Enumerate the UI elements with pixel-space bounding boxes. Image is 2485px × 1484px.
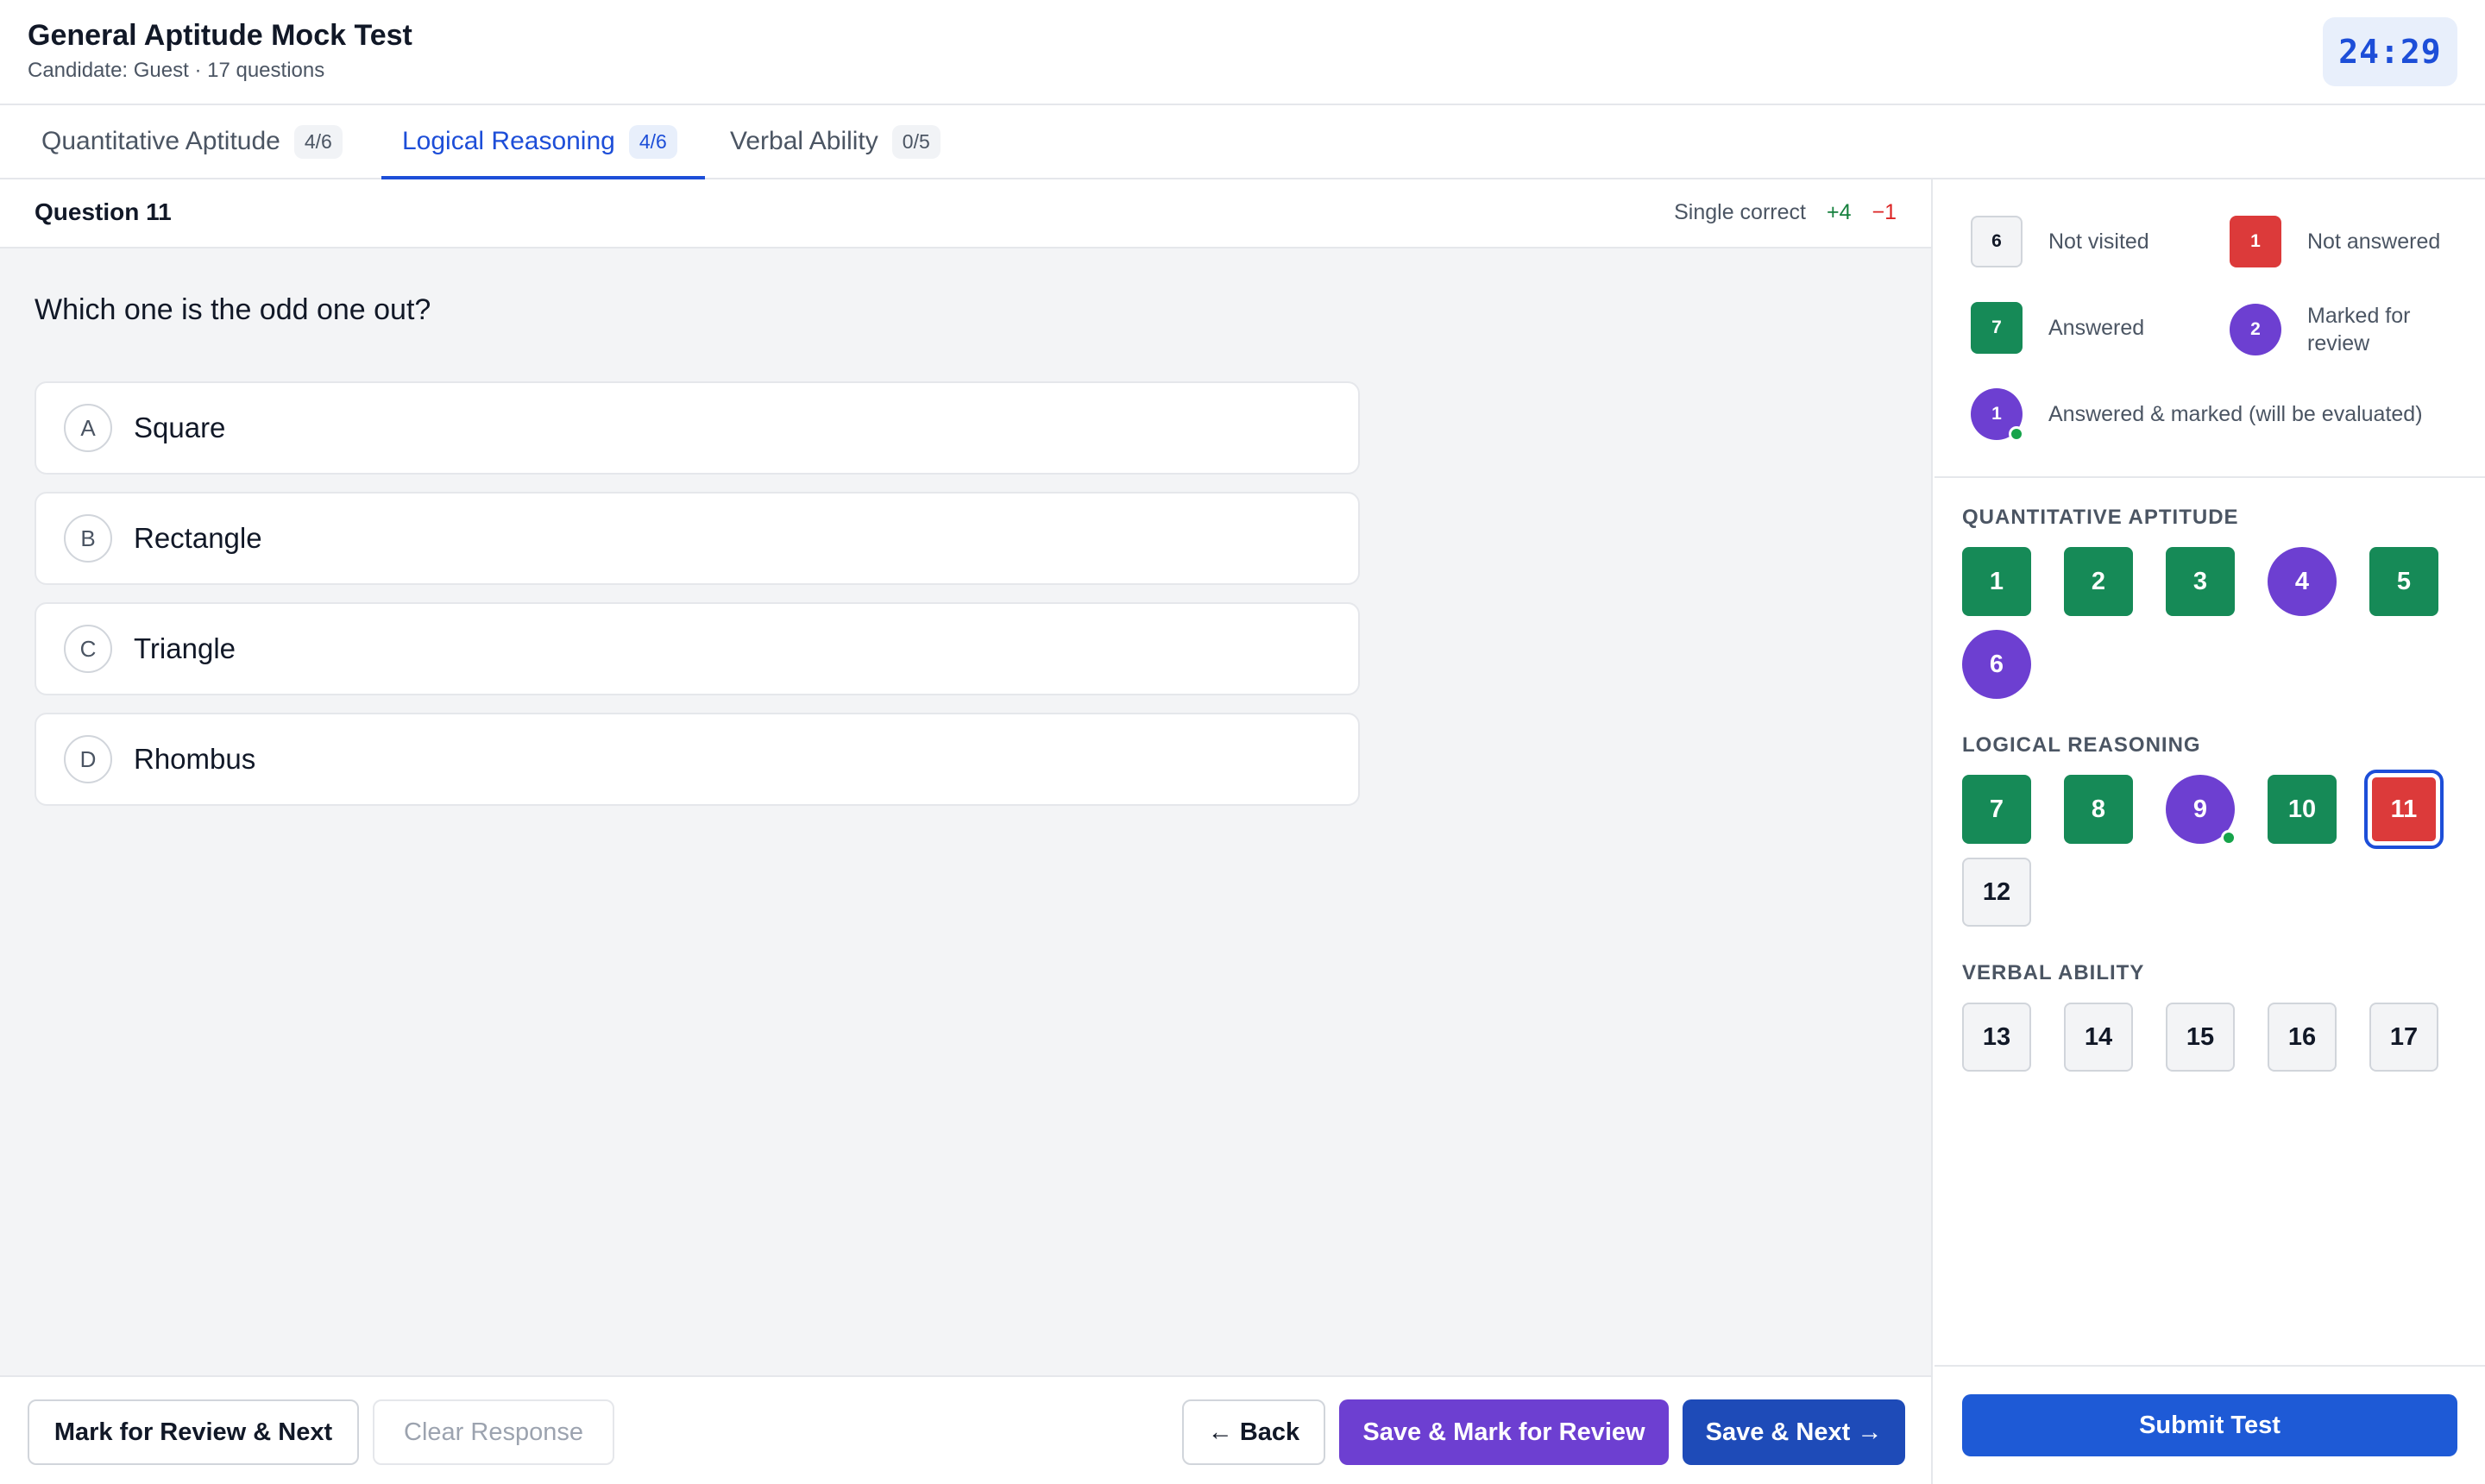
option-text: Triangle: [134, 632, 236, 664]
palette-question-4[interactable]: 4: [2268, 547, 2337, 616]
palette-question-6[interactable]: 6: [1962, 630, 2031, 699]
question-text: Which one is the odd one out?: [35, 293, 431, 326]
answered-dot-icon: [2009, 426, 2024, 442]
marking-scheme: Single correct +4 −1: [1674, 200, 1897, 225]
section-tabs: Quantitative Aptitude 4/6 Logical Reason…: [0, 105, 2485, 179]
tab-progress-badge: 4/6: [628, 124, 677, 159]
answered-dot-icon: [2221, 830, 2236, 846]
legend-marked-review: 2 Marked for review: [2230, 302, 2471, 357]
status-legend: 6 Not visited 1 Not answered 7 Answered …: [1935, 179, 2485, 478]
legend-answered-marked: 1 Answered & marked (will be evaluated): [1971, 388, 2423, 442]
palette-section-title: QUANTITATIVE APTITUDE: [1962, 506, 2239, 529]
palette-question-12[interactable]: 12: [1962, 858, 2031, 927]
palette-question-8[interactable]: 8: [2064, 775, 2133, 844]
save-mark-review-button[interactable]: Save & Mark for Review: [1339, 1399, 1669, 1465]
submit-test-button[interactable]: Submit Test: [1962, 1394, 2457, 1456]
answered-count: 7: [1971, 302, 2023, 354]
option-b[interactable]: B Rectangle: [35, 492, 1360, 585]
question-palette-panel: 6 Not visited 1 Not answered 7 Answered …: [1935, 179, 2485, 1484]
not-visited-count: 6: [1971, 216, 2023, 267]
question-header: Question 11 Single correct +4 −1: [0, 179, 1931, 248]
palette-question-5[interactable]: 5: [2369, 547, 2438, 616]
palette-question-16[interactable]: 16: [2268, 1003, 2337, 1072]
legend-not-visited: 6 Not visited: [1971, 216, 2149, 267]
tab-progress-badge: 4/6: [293, 124, 343, 159]
option-letter: B: [64, 514, 112, 563]
question-number: Question 11: [35, 198, 172, 225]
action-bar: Mark for Review & Next Clear Response ← …: [0, 1375, 1933, 1484]
legend-label: Not answered: [2307, 230, 2441, 254]
tab-progress-badge: 0/5: [891, 124, 941, 159]
legend-label: Marked for review: [2307, 304, 2411, 355]
header: General Aptitude Mock Test Candidate: Gu…: [0, 0, 2485, 105]
palette-question-9[interactable]: 9: [2166, 775, 2236, 846]
count-text: 1: [1991, 404, 2002, 424]
tab-verbal-ability[interactable]: Verbal Ability 0/5: [709, 105, 968, 178]
palette-question-15[interactable]: 15: [2166, 1003, 2235, 1072]
legend-label: Answered: [2048, 316, 2145, 340]
countdown-timer: 24:29: [2323, 17, 2457, 86]
palette-question-3[interactable]: 3: [2166, 547, 2235, 616]
option-d[interactable]: D Rhombus: [35, 713, 1360, 806]
negative-marks: −1: [1872, 200, 1897, 224]
candidate-info: Candidate: Guest · 17 questions: [28, 59, 325, 82]
palette-question-10[interactable]: 10: [2268, 775, 2337, 844]
not-answered-count: 1: [2230, 216, 2281, 267]
positive-marks: +4: [1826, 200, 1852, 224]
save-next-button[interactable]: Save & Next →: [1683, 1399, 1905, 1465]
option-a[interactable]: A Square: [35, 381, 1360, 475]
palette-question-13[interactable]: 13: [1962, 1003, 2031, 1072]
back-button[interactable]: ← Back: [1182, 1399, 1325, 1465]
palette-question-1[interactable]: 1: [1962, 547, 2031, 616]
palette-question-14[interactable]: 14: [2064, 1003, 2133, 1072]
palette-section-title: VERBAL ABILITY: [1962, 961, 2145, 984]
palette-question-17[interactable]: 17: [2369, 1003, 2438, 1072]
question-number: 9: [2192, 795, 2208, 823]
legend-answered: 7 Answered: [1971, 302, 2144, 354]
option-text: Rectangle: [134, 522, 262, 554]
legend-label: Not visited: [2048, 230, 2149, 254]
palette-question-11[interactable]: 11: [2364, 770, 2444, 849]
palette-question-7[interactable]: 7: [1962, 775, 2031, 844]
question-area: Question 11 Single correct +4 −1 Which o…: [0, 179, 1933, 1375]
mark-review-next-button[interactable]: Mark for Review & Next: [28, 1399, 359, 1465]
clear-response-button[interactable]: Clear Response: [373, 1399, 614, 1465]
tab-label: Logical Reasoning: [402, 127, 615, 155]
option-letter: C: [64, 625, 112, 673]
question-type: Single correct: [1674, 200, 1806, 224]
option-letter: A: [64, 404, 112, 452]
legend-not-answered: 1 Not answered: [2230, 216, 2440, 267]
option-letter: D: [64, 735, 112, 783]
palette-question-2[interactable]: 2: [2064, 547, 2133, 616]
palette-section-title: LOGICAL REASONING: [1962, 733, 2201, 757]
tab-logical-reasoning[interactable]: Logical Reasoning 4/6: [381, 105, 705, 179]
marked-review-count: 2: [2230, 304, 2281, 355]
legend-label: Answered & marked (will be evaluated): [2048, 402, 2423, 426]
tab-label: Verbal Ability: [730, 127, 878, 155]
tab-quantitative-aptitude[interactable]: Quantitative Aptitude 4/6: [21, 105, 370, 178]
panel-footer: Submit Test: [1935, 1365, 2485, 1484]
answered-marked-count: 1: [1971, 388, 2024, 442]
option-c[interactable]: C Triangle: [35, 602, 1360, 695]
option-text: Square: [134, 412, 226, 443]
test-title: General Aptitude Mock Test: [28, 19, 412, 52]
tab-label: Quantitative Aptitude: [41, 127, 280, 155]
option-text: Rhombus: [134, 743, 256, 775]
